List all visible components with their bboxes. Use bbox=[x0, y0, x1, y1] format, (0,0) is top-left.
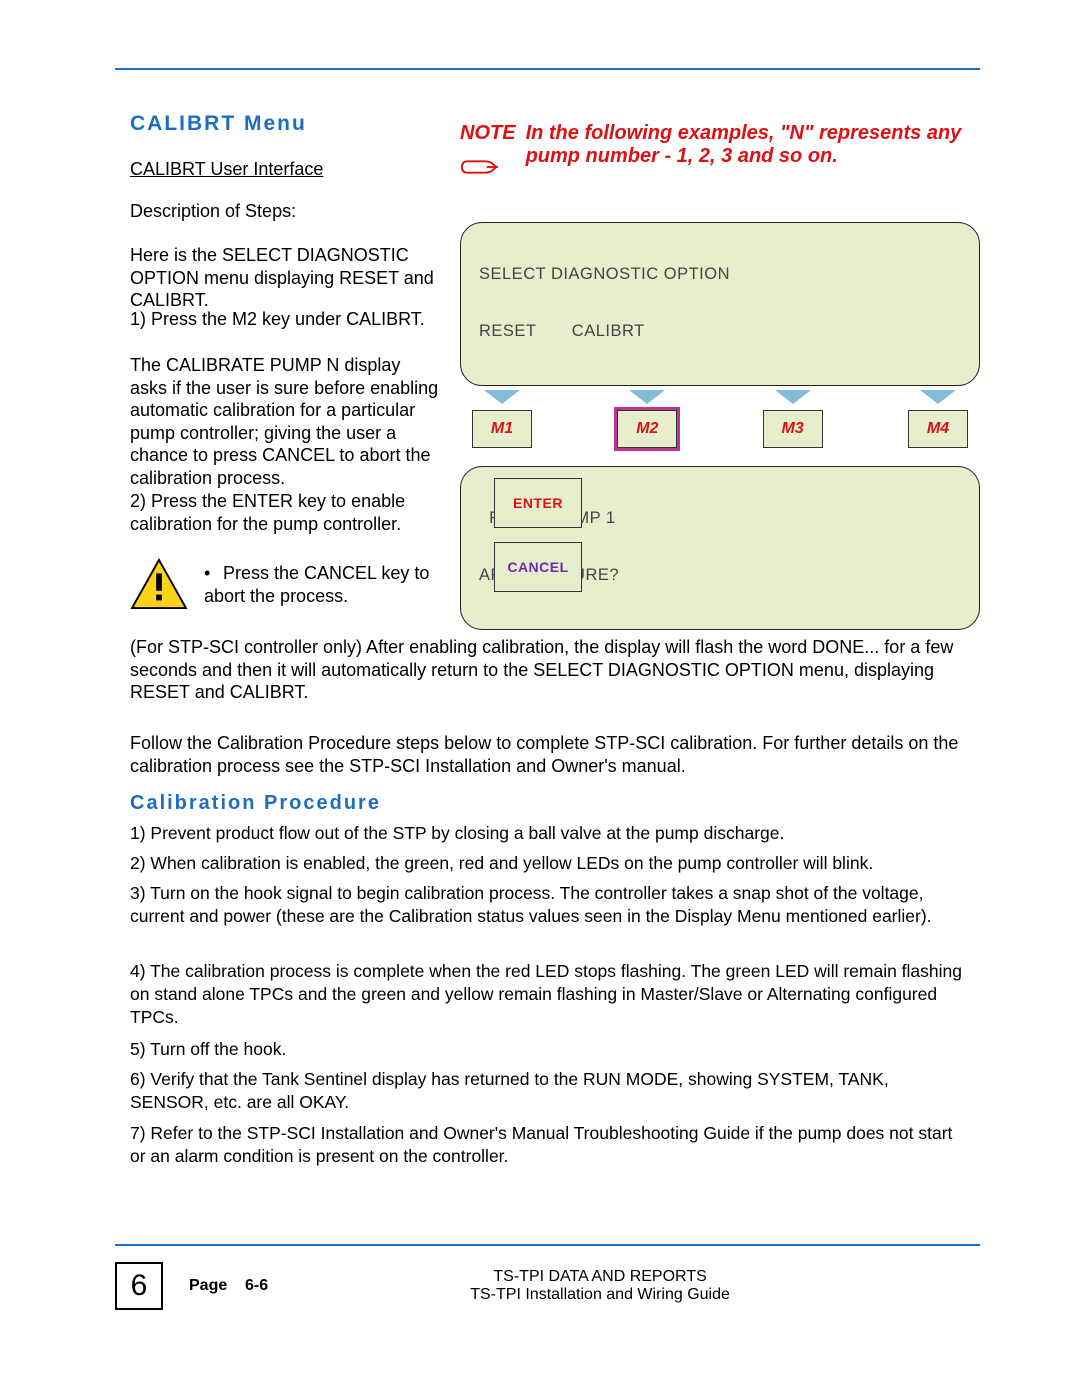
note-label: NOTE bbox=[460, 122, 516, 145]
m2-key[interactable]: M2 bbox=[617, 410, 677, 448]
arrow-down-icon bbox=[629, 390, 665, 404]
lcd1-line1: SELECT DIAGNOSTIC OPTION bbox=[479, 265, 961, 284]
done-paragraph: (For STP-SCI controller only) After enab… bbox=[130, 636, 970, 704]
m4-key[interactable]: M4 bbox=[908, 410, 968, 448]
description-label: Description of Steps: bbox=[130, 200, 440, 223]
page-footer: 6 Page 6-6 TS-TPI DATA AND REPORTS TS-TP… bbox=[115, 1262, 980, 1310]
footer-title-2: TS-TPI Installation and Wiring Guide bbox=[294, 1286, 906, 1304]
calib-step-5: 5) Turn off the hook. bbox=[130, 1038, 970, 1061]
pointing-hand-icon bbox=[460, 153, 498, 181]
note-text: In the following examples, "N" represent… bbox=[526, 122, 980, 168]
calib-step-6: 6) Verify that the Tank Sentinel display… bbox=[130, 1068, 970, 1114]
calibrt-ui-label: CALIBRT User Interface bbox=[130, 159, 323, 179]
heading-calibration-procedure: Calibration Procedure bbox=[130, 792, 970, 815]
footer-title-1: TS-TPI DATA AND REPORTS bbox=[294, 1268, 906, 1286]
arrow-down-icon bbox=[484, 390, 520, 404]
calib-step-3: 3) Turn on the hook signal to begin cali… bbox=[130, 882, 970, 928]
calib-step-2: 2) When calibration is enabled, the gree… bbox=[130, 852, 970, 875]
calibrate-paragraph: The CALIBRATE PUMP N display asks if the… bbox=[130, 354, 440, 489]
lcd-display-1: SELECT DIAGNOSTIC OPTION RESET CALIBRT bbox=[460, 222, 980, 386]
page-number: 6-6 bbox=[245, 1277, 268, 1294]
step-1: 1) Press the M2 key under CALIBRT. bbox=[130, 308, 440, 331]
arrow-down-icon bbox=[775, 390, 811, 404]
enter-key[interactable]: ENTER bbox=[494, 478, 582, 528]
heading-calibrt-menu: CALIBRT Menu bbox=[130, 112, 440, 136]
follow-paragraph: Follow the Calibration Procedure steps b… bbox=[130, 732, 970, 777]
page-label: Page bbox=[189, 1277, 227, 1294]
m3-key[interactable]: M3 bbox=[763, 410, 823, 448]
step-2: 2) Press the ENTER key to enable calibra… bbox=[130, 490, 440, 535]
top-divider bbox=[115, 68, 980, 70]
lcd1-line2: RESET CALIBRT bbox=[479, 322, 961, 341]
chapter-number: 6 bbox=[115, 1262, 163, 1310]
bottom-divider bbox=[115, 1244, 980, 1246]
calib-step-4: 4) The calibration process is complete w… bbox=[130, 960, 970, 1028]
intro-paragraph: Here is the SELECT DIAGNOSTIC OPTION men… bbox=[130, 244, 440, 312]
m1-key[interactable]: M1 bbox=[472, 410, 532, 448]
warning-icon bbox=[130, 558, 188, 610]
cancel-key[interactable]: CANCEL bbox=[494, 542, 582, 592]
calib-step-7: 7) Refer to the STP-SCI Installation and… bbox=[130, 1122, 970, 1168]
arrow-down-icon bbox=[920, 390, 956, 404]
cancel-bullet: Press the CANCEL key to abort the proces… bbox=[204, 563, 429, 606]
calib-step-1: 1) Prevent product flow out of the STP b… bbox=[130, 822, 970, 845]
